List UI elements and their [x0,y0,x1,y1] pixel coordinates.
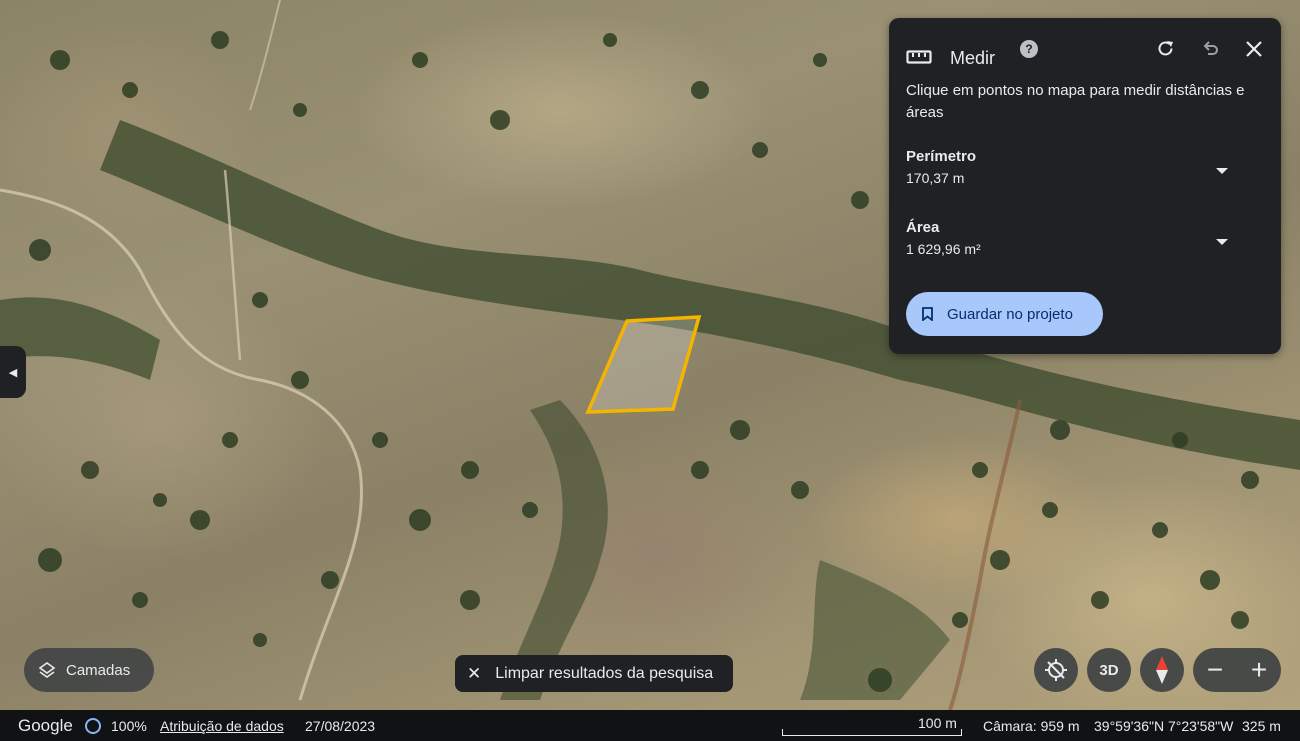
cursor-coordinates: 39°59'36"N 7°23'58"W [1094,718,1234,734]
save-to-project-button[interactable]: Guardar no projeto [906,292,1103,336]
clear-search-results-label: Limpar resultados da pesquisa [495,664,714,682]
ruler-icon [906,50,932,64]
save-to-project-label: Guardar no projeto [947,305,1073,323]
close-icon [1246,41,1262,57]
measure-panel: Medir ? Clique em pontos no mapa para me… [889,18,1281,354]
bookmark-icon [922,307,933,321]
camera-altitude: Câmara: 959 m [983,718,1080,734]
ground-elevation: 325 m [1242,718,1281,734]
clear-search-results-button[interactable]: ✕ Limpar resultados da pesquisa [455,655,733,692]
undo-button[interactable] [1199,38,1221,60]
orientation-icon [1045,659,1067,681]
zoom-out-button[interactable]: − [1207,654,1223,686]
loading-progress-icon [85,718,101,734]
data-attribution-link[interactable]: Atribuição de dados [160,718,284,734]
close-button[interactable] [1243,38,1265,60]
perimeter-value: 170,37 m [906,170,965,186]
zoom-controls: − + [1193,648,1281,692]
redo-icon [1158,41,1173,56]
expand-sidebar-button[interactable]: ◀ [0,346,26,398]
measured-area-polygon [585,315,702,414]
area-section[interactable]: Área 1 629,96 m² [906,219,1266,269]
measure-instructions: Clique em pontos no mapa para medir dist… [906,82,1245,121]
perimeter-section[interactable]: Perímetro 170,37 m [906,148,1266,198]
status-bar: Google 100% Atribuição de dados 27/08/20… [0,710,1300,741]
area-label: Área [906,219,940,236]
zoom-in-button[interactable]: + [1251,654,1267,686]
google-logo: Google [18,716,73,735]
layers-label: Camadas [66,661,131,679]
compass-icon [1156,656,1168,684]
help-icon[interactable]: ? [1020,40,1038,58]
undo-icon [1203,41,1218,55]
measure-panel-header: Medir ? [889,18,1281,80]
redo-button[interactable] [1155,38,1177,60]
area-value: 1 629,96 m² [906,241,981,257]
load-percent: 100% [111,718,147,734]
chevron-left-icon: ◀ [8,366,18,379]
imagery-date: 27/08/2023 [305,718,376,734]
panel-title: Medir [950,48,996,68]
close-icon: ✕ [467,663,482,683]
reset-orientation-button[interactable] [1034,648,1078,692]
compass-button[interactable] [1140,648,1184,692]
perimeter-label: Perímetro [906,148,977,165]
perimeter-dropdown-icon[interactable] [1216,168,1228,174]
layers-icon [38,662,56,678]
scale-label: 100 m [918,715,957,731]
area-dropdown-icon[interactable] [1216,239,1228,245]
layers-button[interactable]: Camadas [24,648,154,692]
3d-toggle-button[interactable]: 3D [1087,648,1131,692]
